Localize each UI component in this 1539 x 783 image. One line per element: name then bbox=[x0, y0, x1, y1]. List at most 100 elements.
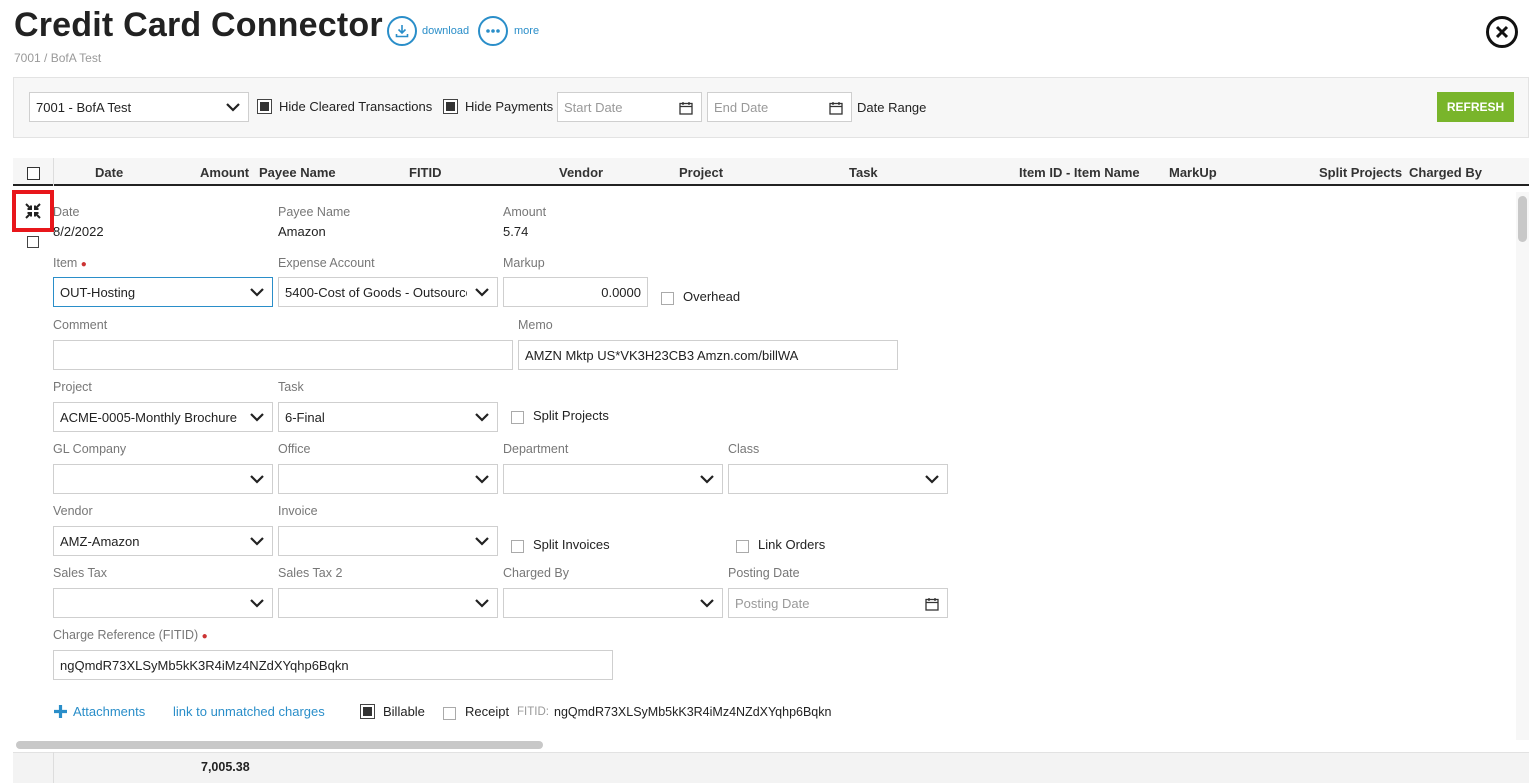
receipt-label: Receipt bbox=[465, 704, 510, 719]
sales-tax-label: Sales Tax bbox=[53, 566, 107, 580]
column-project[interactable]: Project bbox=[679, 165, 723, 180]
chevron-down-icon bbox=[475, 288, 489, 297]
chevron-down-icon bbox=[700, 475, 714, 484]
invoice-select[interactable] bbox=[278, 526, 498, 556]
hide-payments-checkbox[interactable] bbox=[443, 99, 458, 114]
department-select[interactable] bbox=[503, 464, 723, 494]
vertical-scrollbar-thumb[interactable] bbox=[1518, 196, 1527, 242]
payee-value: Amazon bbox=[278, 224, 326, 239]
row-checkbox[interactable] bbox=[27, 236, 39, 248]
chevron-down-icon bbox=[475, 413, 489, 422]
attachments-link[interactable]: Attachments bbox=[73, 704, 145, 719]
download-link[interactable]: download bbox=[422, 25, 469, 37]
refresh-button[interactable]: REFRESH bbox=[1437, 92, 1514, 122]
chevron-down-icon bbox=[250, 599, 264, 608]
gl-company-select[interactable] bbox=[53, 464, 273, 494]
project-label: Project bbox=[53, 380, 92, 394]
calendar-icon[interactable] bbox=[679, 101, 693, 115]
chevron-down-icon bbox=[475, 599, 489, 608]
calendar-icon[interactable] bbox=[829, 101, 843, 115]
end-date-input[interactable]: End Date bbox=[707, 92, 852, 122]
start-date-input[interactable]: Start Date bbox=[557, 92, 702, 122]
office-select[interactable] bbox=[278, 464, 498, 494]
calendar-icon[interactable] bbox=[925, 597, 939, 611]
download-icon[interactable] bbox=[387, 16, 417, 46]
account-select-value: 7001 - BofA Test bbox=[36, 99, 132, 115]
end-date-placeholder: End Date bbox=[714, 99, 769, 115]
split-projects-checkbox[interactable] bbox=[511, 411, 524, 424]
hide-payments-label: Hide Payments bbox=[465, 99, 554, 114]
memo-label: Memo bbox=[518, 318, 553, 332]
column-item[interactable]: Item ID - Item Name bbox=[1019, 165, 1140, 180]
item-select[interactable]: OUT-Hosting bbox=[53, 277, 273, 307]
charged-by-label: Charged By bbox=[503, 566, 570, 580]
select-all-checkbox[interactable] bbox=[27, 167, 40, 180]
class-select[interactable] bbox=[728, 464, 948, 494]
comment-label: Comment bbox=[53, 318, 108, 332]
sales-tax2-select[interactable] bbox=[278, 588, 498, 618]
expense-account-select[interactable]: 5400-Cost of Goods - Outsourced bbox=[278, 277, 498, 307]
horizontal-scrollbar-thumb[interactable] bbox=[16, 741, 543, 749]
fitid-label: FITID: bbox=[517, 706, 549, 718]
sales-tax2-label: Sales Tax 2 bbox=[278, 566, 343, 580]
invoice-label: Invoice bbox=[278, 504, 318, 518]
start-date-placeholder: Start Date bbox=[564, 99, 623, 115]
sales-tax-select[interactable] bbox=[53, 588, 273, 618]
task-select[interactable]: 6-Final bbox=[278, 402, 498, 432]
comment-input[interactable] bbox=[53, 340, 513, 370]
link-orders-checkbox[interactable] bbox=[736, 540, 749, 553]
plus-icon[interactable] bbox=[53, 704, 68, 719]
split-invoices-checkbox[interactable] bbox=[511, 540, 524, 553]
column-split-projects[interactable]: Split Projects bbox=[1319, 165, 1402, 180]
chevron-down-icon bbox=[925, 475, 939, 484]
billable-label: Billable bbox=[383, 704, 425, 719]
project-select[interactable]: ACME-0005-Monthly Brochure bbox=[53, 402, 273, 432]
chevron-down-icon bbox=[250, 413, 264, 422]
receipt-checkbox[interactable] bbox=[443, 707, 456, 720]
split-projects-label: Split Projects bbox=[533, 408, 609, 423]
payee-label: Payee Name bbox=[278, 205, 351, 219]
date-label: Date bbox=[53, 205, 80, 219]
total-amount: 7,005.38 bbox=[201, 760, 250, 774]
item-select-value: OUT-Hosting bbox=[60, 284, 136, 300]
memo-input[interactable]: AMZN Mktp US*VK3H23CB3 Amzn.com/billWA bbox=[518, 340, 898, 370]
charge-ref-label: Charge Reference (FITID) ● bbox=[53, 628, 208, 642]
task-select-value: 6-Final bbox=[285, 409, 325, 425]
billable-checkbox[interactable] bbox=[360, 704, 375, 719]
charge-ref-input[interactable]: ngQmdR73XLSyMb5kK3R4iMz4NZdXYqhp6Bqkn bbox=[53, 650, 613, 680]
charged-by-select[interactable] bbox=[503, 588, 723, 618]
collapse-row-button[interactable] bbox=[12, 190, 54, 232]
posting-date-input[interactable]: Posting Date bbox=[728, 588, 948, 618]
hide-cleared-checkbox[interactable] bbox=[257, 99, 272, 114]
expense-account-value: 5400-Cost of Goods - Outsourced bbox=[285, 284, 467, 300]
project-select-value: ACME-0005-Monthly Brochure bbox=[60, 409, 238, 425]
chevron-down-icon bbox=[250, 475, 264, 484]
vendor-label: Vendor bbox=[53, 504, 93, 518]
column-date[interactable]: Date bbox=[95, 165, 123, 180]
account-select[interactable]: 7001 - BofA Test bbox=[29, 92, 249, 122]
unmatched-charges-link[interactable]: link to unmatched charges bbox=[173, 704, 325, 719]
column-payee[interactable]: Payee Name bbox=[259, 165, 336, 180]
vertical-scrollbar-track[interactable] bbox=[1516, 192, 1529, 740]
column-charged-by[interactable]: Charged By bbox=[1409, 165, 1482, 180]
chevron-down-icon bbox=[226, 103, 240, 112]
column-markup[interactable]: MarkUp bbox=[1169, 165, 1217, 180]
date-range-label: Date Range bbox=[857, 100, 927, 115]
date-value: 8/2/2022 bbox=[53, 224, 104, 239]
hide-cleared-label: Hide Cleared Transactions bbox=[279, 99, 433, 114]
markup-input[interactable]: 0.0000 bbox=[503, 277, 648, 307]
overhead-checkbox[interactable] bbox=[661, 292, 674, 305]
vendor-select[interactable]: AMZ-Amazon bbox=[53, 526, 273, 556]
close-icon[interactable] bbox=[1486, 16, 1518, 48]
page-title: Credit Card Connector bbox=[14, 6, 383, 44]
department-label: Department bbox=[503, 442, 569, 456]
link-orders-label: Link Orders bbox=[758, 537, 826, 552]
column-amount[interactable]: Amount bbox=[200, 165, 249, 180]
column-task[interactable]: Task bbox=[849, 165, 878, 180]
column-divider bbox=[53, 752, 54, 783]
column-vendor[interactable]: Vendor bbox=[559, 165, 603, 180]
more-link[interactable]: more bbox=[514, 25, 539, 37]
more-icon[interactable] bbox=[478, 16, 508, 46]
vendor-select-value: AMZ-Amazon bbox=[60, 533, 140, 549]
column-fitid[interactable]: FITID bbox=[409, 165, 442, 180]
